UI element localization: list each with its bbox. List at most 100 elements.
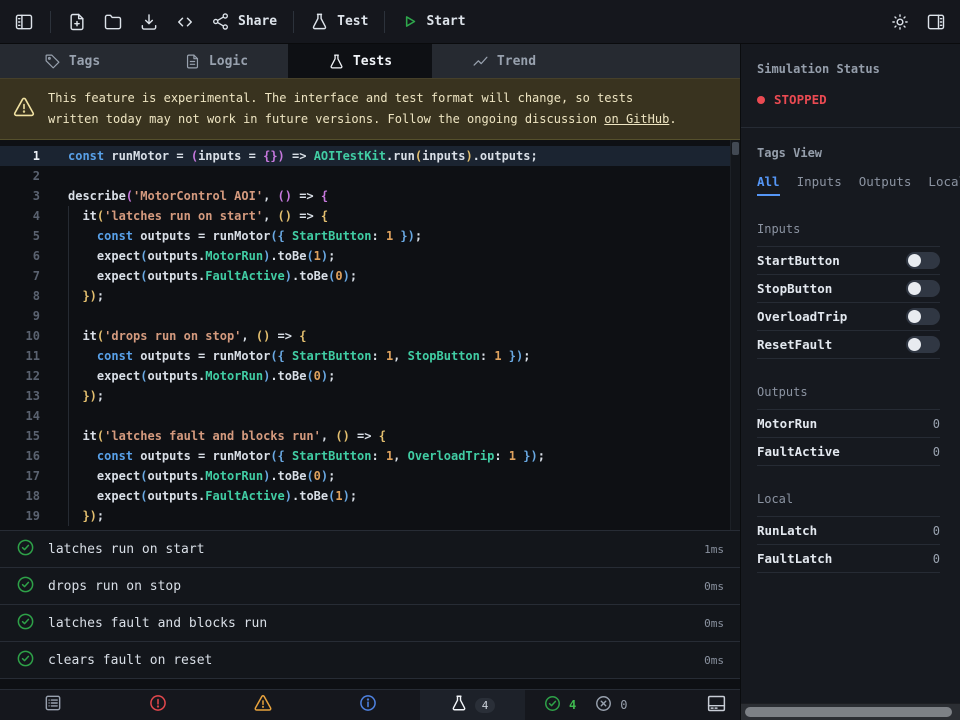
- tab-tags[interactable]: Tags: [0, 44, 144, 78]
- github-link[interactable]: on GitHub: [604, 112, 669, 126]
- tab-logic[interactable]: Logic: [144, 44, 288, 78]
- test-duration: 0ms: [704, 617, 724, 630]
- line-number: 12: [0, 366, 52, 386]
- tab-label: Tags: [69, 54, 100, 69]
- open-folder-button[interactable]: [103, 12, 123, 32]
- tag-value-row: FaultLatch0: [757, 544, 940, 572]
- log-button[interactable]: [0, 690, 105, 720]
- line-number: 1: [0, 146, 52, 166]
- toggle-bottom-panel-button[interactable]: [706, 690, 727, 720]
- warnings-button[interactable]: [210, 690, 315, 720]
- toggle-right-panel-button[interactable]: [926, 12, 946, 32]
- code-line-3[interactable]: 3describe('MotorControl AOI', () => {: [0, 186, 740, 206]
- input-tag-row: OverloadTrip: [757, 302, 940, 330]
- sidebar-horizontal-scrollbar[interactable]: [741, 703, 960, 720]
- tags-view-tab-inputs[interactable]: Inputs: [797, 174, 842, 196]
- code-line-5[interactable]: 5 const outputs = runMotor({ StartButton…: [0, 226, 740, 246]
- code-line-15[interactable]: 15 it('latches fault and blocks run', ()…: [0, 426, 740, 446]
- tag-value-row: MotorRun0: [757, 409, 940, 437]
- code-text: });: [52, 506, 104, 526]
- code-line-2[interactable]: 2: [0, 166, 740, 186]
- status-dot-icon: [757, 96, 765, 104]
- code-line-19[interactable]: 19 });: [0, 506, 740, 526]
- code-line-16[interactable]: 16 const outputs = runMotor({ StartButto…: [0, 446, 740, 466]
- code-text: });: [52, 386, 104, 406]
- tag-name: MotorRun: [757, 416, 817, 431]
- start-label: Start: [426, 14, 465, 29]
- test-result-row[interactable]: drops run on stop0ms: [0, 567, 740, 604]
- code-line-4[interactable]: 4 it('latches run on start', () => {: [0, 206, 740, 226]
- tab-tests[interactable]: Tests: [288, 44, 432, 78]
- tags-view-tabs: AllInputsOutputsLocal: [757, 174, 940, 196]
- scrollbar-thumb[interactable]: [732, 142, 739, 155]
- info-circle-icon: [358, 693, 378, 717]
- app-window: Share Test Start Tags: [0, 0, 960, 720]
- test-result-row[interactable]: clears fault on reset0ms: [0, 641, 740, 678]
- line-number: 9: [0, 306, 52, 326]
- flask-icon: [450, 694, 468, 716]
- code-line-13[interactable]: 13 });: [0, 386, 740, 406]
- code-line-7[interactable]: 7 expect(outputs.FaultActive).toBe(0);: [0, 266, 740, 286]
- line-number: 18: [0, 486, 52, 506]
- run-test-button[interactable]: Test: [310, 12, 368, 31]
- toggle-stopbutton[interactable]: [906, 280, 940, 297]
- new-file-button[interactable]: [67, 12, 87, 32]
- code-text: expect(outputs.MotorRun).toBe(0);: [52, 466, 335, 486]
- line-number: 14: [0, 406, 52, 426]
- test-code-editor[interactable]: 1const runMotor = (inputs = {}) => AOITe…: [0, 140, 740, 530]
- status-value: STOPPED: [774, 92, 827, 107]
- test-result-row[interactable]: latches fault and blocks run 0ms: [0, 604, 740, 641]
- code-text: const outputs = runMotor({ StartButton: …: [52, 226, 422, 246]
- passed-tests-indicator[interactable]: 4: [543, 690, 576, 720]
- code-line-14[interactable]: 14: [0, 406, 740, 426]
- flask-icon: [328, 53, 345, 70]
- code-line-10[interactable]: 10 it('drops run on stop', () => {: [0, 326, 740, 346]
- code-text: const outputs = runMotor({ StartButton: …: [52, 346, 530, 366]
- scrollbar-thumb[interactable]: [745, 707, 952, 717]
- tests-count-button[interactable]: 4: [420, 690, 525, 720]
- passed-count: 4: [569, 698, 576, 712]
- toggle-resetfault[interactable]: [906, 336, 940, 353]
- code-line-12[interactable]: 12 expect(outputs.MotorRun).toBe(0);: [0, 366, 740, 386]
- failed-tests-indicator[interactable]: 0: [594, 690, 627, 720]
- code-line-17[interactable]: 17 expect(outputs.MotorRun).toBe(0);: [0, 466, 740, 486]
- tag-name: FaultActive: [757, 444, 840, 459]
- code-text: expect(outputs.MotorRun).toBe(0);: [52, 366, 335, 386]
- line-number: 11: [0, 346, 52, 366]
- code-view-button[interactable]: [175, 12, 195, 32]
- tags-view-tab-local[interactable]: Local: [928, 174, 960, 196]
- inputs-header: Inputs: [757, 222, 940, 246]
- download-button[interactable]: [139, 12, 159, 32]
- code-line-6[interactable]: 6 expect(outputs.MotorRun).toBe(1);: [0, 246, 740, 266]
- errors-button[interactable]: [105, 690, 210, 720]
- check-circle-icon: [16, 538, 35, 561]
- line-number: 19: [0, 506, 52, 526]
- panel-right-icon: [926, 12, 946, 32]
- test-duration: 0ms: [704, 654, 724, 667]
- share-button[interactable]: Share: [211, 12, 277, 31]
- test-result-row[interactable]: latches run on start1ms: [0, 530, 740, 567]
- info-button[interactable]: [315, 690, 420, 720]
- tag-name: StartButton: [757, 253, 840, 268]
- line-number: 6: [0, 246, 52, 266]
- code-line-18[interactable]: 18 expect(outputs.FaultActive).toBe(1);: [0, 486, 740, 506]
- tags-view-tab-all[interactable]: All: [757, 174, 780, 196]
- editor-vertical-scrollbar[interactable]: [730, 140, 740, 530]
- toggle-left-panel-button[interactable]: [14, 12, 34, 32]
- panel-left-icon: [14, 12, 34, 32]
- toggle-startbutton[interactable]: [906, 252, 940, 269]
- toggle-overloadtrip[interactable]: [906, 308, 940, 325]
- toolbar-separator: [384, 11, 385, 33]
- start-simulation-button[interactable]: Start: [401, 13, 465, 30]
- code-line-11[interactable]: 11 const outputs = runMotor({ StartButto…: [0, 346, 740, 366]
- code-line-1[interactable]: 1const runMotor = (inputs = {}) => AOITe…: [0, 146, 740, 166]
- trend-icon: [472, 53, 489, 70]
- tags-view-tab-outputs[interactable]: Outputs: [859, 174, 912, 196]
- test-name: latches fault and blocks run: [48, 616, 691, 631]
- code-line-8[interactable]: 8 });: [0, 286, 740, 306]
- theme-toggle-button[interactable]: [890, 12, 910, 32]
- code-line-9[interactable]: 9: [0, 306, 740, 326]
- tests-count-badge: 4: [475, 698, 496, 713]
- tag-value: 0: [933, 445, 940, 459]
- tab-trend[interactable]: Trend: [432, 44, 576, 78]
